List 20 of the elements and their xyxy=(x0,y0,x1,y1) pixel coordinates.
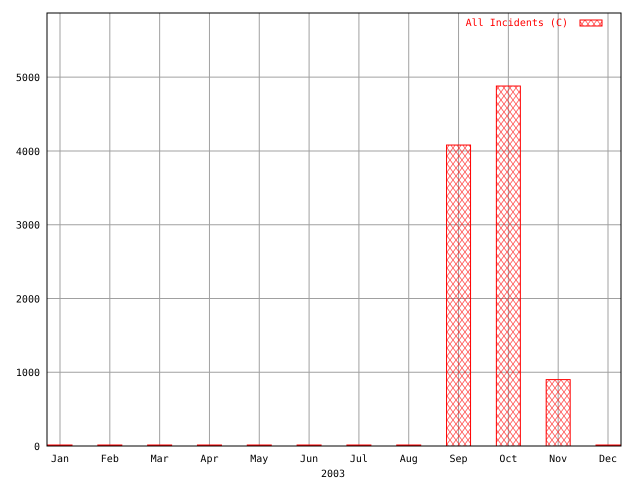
axis-tick-label: 3000 xyxy=(16,220,40,232)
axis-tick-label: Oct xyxy=(499,454,518,465)
axis-tick-label: May xyxy=(250,454,268,465)
axis-tick-label: Jun xyxy=(300,454,318,465)
axis-tick-label: Jan xyxy=(50,454,70,465)
axis-tick-label: Nov xyxy=(549,454,568,465)
axis-tick-label: Apr xyxy=(200,454,218,465)
axis-tick-label: Aug xyxy=(400,454,418,465)
axis-tick-label: Mar xyxy=(150,454,169,465)
axis-tick-label: 1000 xyxy=(16,368,40,380)
axis-tick-label: Feb xyxy=(100,454,119,465)
axis-tick-label: 5000 xyxy=(16,73,40,84)
axis-tick-label: Jul xyxy=(350,454,368,465)
axis-tick-label: 2000 xyxy=(16,294,40,306)
legend-label: All Incidents (C) xyxy=(466,18,568,29)
axis-tick-label: Sep xyxy=(450,454,468,465)
axis-title: 2003 xyxy=(320,469,346,480)
axis-tick-label: Dec xyxy=(598,454,618,465)
axis-tick-label: 4000 xyxy=(16,146,40,158)
axis-tick-label: 0 xyxy=(34,442,40,453)
